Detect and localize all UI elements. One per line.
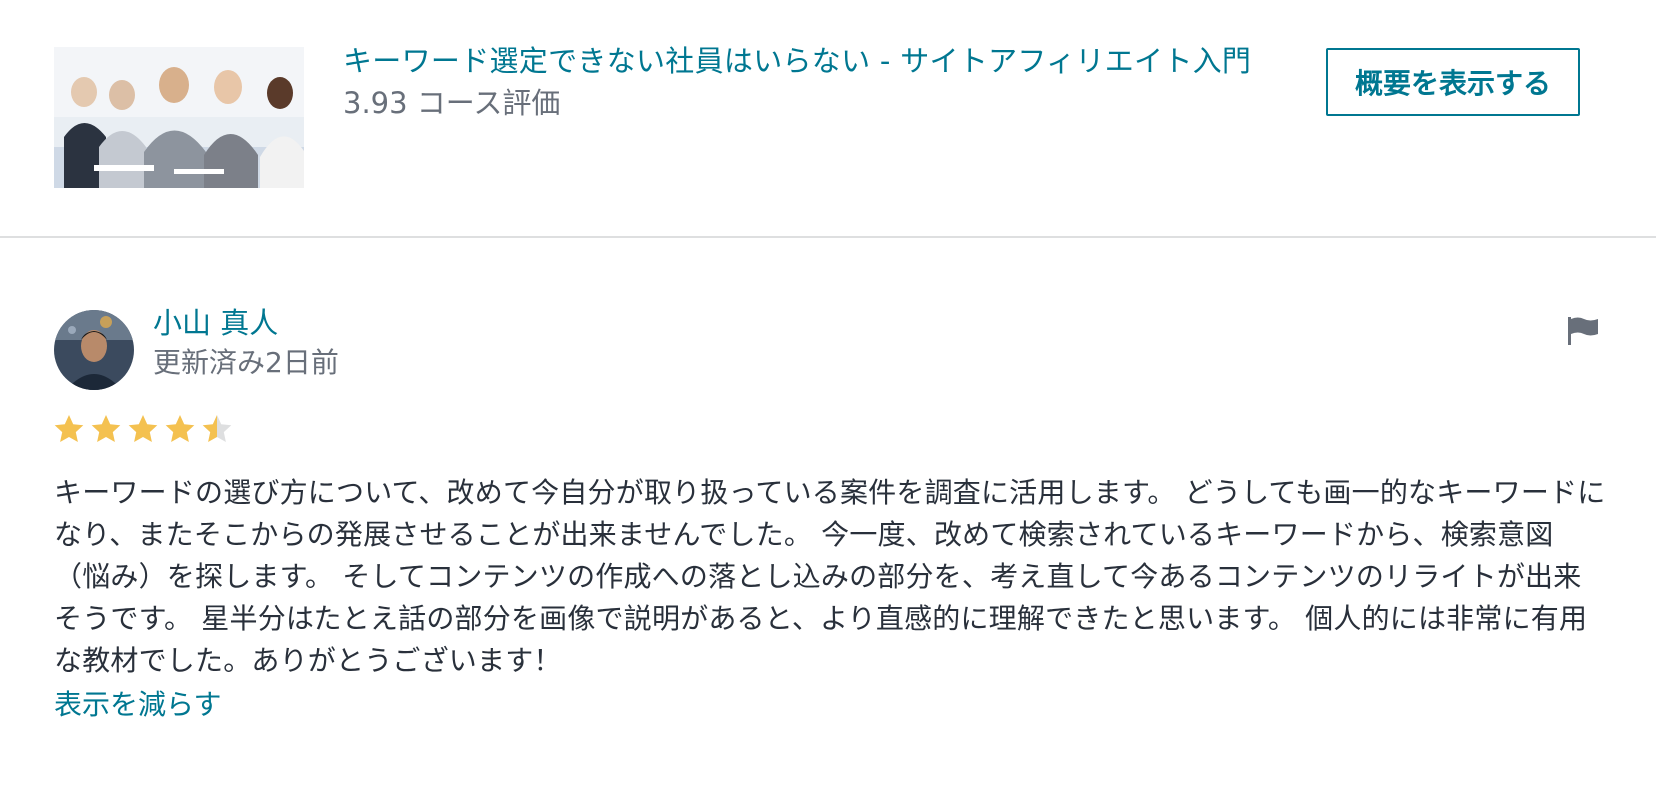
star-icon [165,415,195,442]
star-half-icon [202,415,232,442]
reviewer-name[interactable]: 小山 真人 [153,304,278,342]
star-rating [53,413,233,445]
review-updated-time: 更新済み2日前 [153,346,339,379]
course-thumbnail-image[interactable] [54,47,304,188]
course-header: キーワード選定できない社員はいらない - サイトアフィリエイト入門 3.93 コ… [0,0,1656,238]
flag-icon[interactable] [1566,316,1600,346]
course-rating: 3.93 コース評価 [343,86,561,120]
star-icon [54,415,84,442]
avatar[interactable] [54,310,134,390]
course-title[interactable]: キーワード選定できない社員はいらない - サイトアフィリエイト入門 [343,42,1251,80]
show-less-link[interactable]: 表示を減らす [54,684,221,726]
star-icon [91,415,121,442]
show-overview-button[interactable]: 概要を表示する [1326,48,1580,116]
star-icon [128,415,158,442]
review-text: キーワードの選び方について、改めて今自分が取り扱っている案件を調査に活用します。… [54,476,1606,677]
